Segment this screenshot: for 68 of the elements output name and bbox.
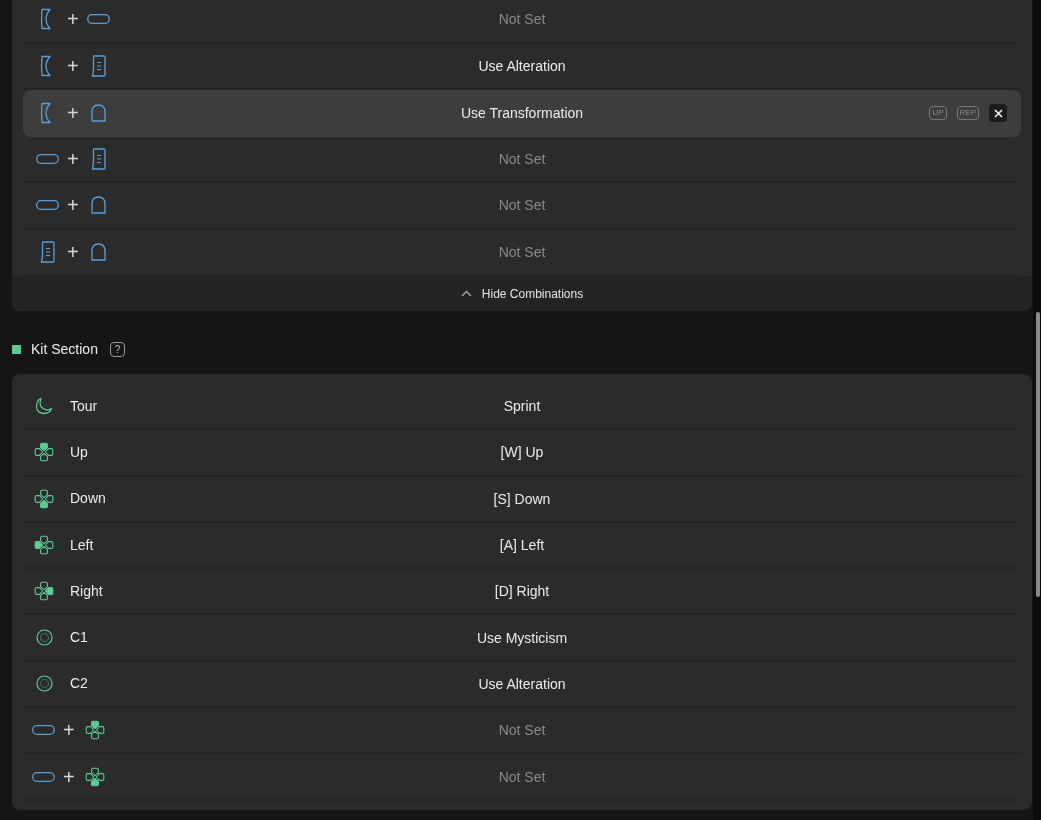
- circle-button-icon: [35, 675, 53, 693]
- curved-bar-icon: [40, 54, 54, 77]
- close-icon: [993, 108, 1003, 118]
- dome-icon: [91, 196, 107, 215]
- action-label: Sprint: [503, 398, 541, 415]
- action-label: [A] Left: [499, 537, 545, 554]
- key-label: Right: [70, 581, 103, 601]
- action-label: Not Set: [498, 150, 546, 167]
- dome-icon: [91, 242, 107, 261]
- combination-row[interactable]: + Use Transformation UP REP: [23, 90, 1021, 137]
- binding-row[interactable]: Tour Sprint: [23, 384, 1021, 431]
- help-icon[interactable]: ?: [109, 342, 125, 357]
- plus-sign: +: [67, 241, 79, 262]
- binding-row[interactable]: + Not Set: [23, 754, 1021, 801]
- plus-sign: +: [67, 55, 79, 76]
- action-label: Not Set: [498, 722, 546, 739]
- tablet-icon: [39, 240, 55, 263]
- curved-bar-icon: [40, 102, 54, 125]
- curved-bar-icon: [40, 8, 54, 31]
- plus-sign: +: [63, 766, 75, 787]
- action-label: Use Alteration: [478, 57, 566, 74]
- pill-icon: [35, 200, 59, 211]
- section-title: Kit Section: [31, 340, 98, 359]
- combination-row[interactable]: + Not Set: [23, 0, 1021, 44]
- action-label: Use Transformation: [460, 105, 584, 122]
- plus-sign: +: [63, 720, 75, 741]
- combination-row[interactable]: + Not Set: [23, 183, 1021, 230]
- plus-sign: +: [67, 148, 79, 169]
- section-marker: [12, 345, 21, 354]
- action-label: [W] Up: [500, 444, 544, 461]
- pill-icon: [35, 153, 59, 164]
- hide-combinations-button[interactable]: Hide Combinations: [12, 276, 1032, 311]
- dome-icon: [91, 104, 107, 123]
- pill-icon: [87, 14, 111, 25]
- key-label: Tour: [70, 396, 98, 416]
- binding-row[interactable]: Up [W] Up: [23, 430, 1021, 477]
- close-button[interactable]: [989, 104, 1007, 123]
- binding-row[interactable]: Right [D] Right: [23, 569, 1021, 616]
- scrollbar-thumb[interactable]: [1036, 312, 1040, 597]
- pill-icon: [31, 771, 55, 782]
- plus-sign: +: [67, 103, 79, 124]
- binding-row[interactable]: Left [A] Left: [23, 522, 1021, 570]
- action-label: [S] Down: [493, 490, 551, 507]
- circle-button-icon: [35, 629, 53, 647]
- action-label: Not Set: [498, 197, 546, 214]
- combination-row[interactable]: + Not Set: [23, 136, 1021, 183]
- crescent-icon: [35, 397, 53, 416]
- action-label: Use Mysticism: [476, 629, 568, 646]
- binding-row[interactable]: C1 Use Mysticism: [23, 615, 1021, 662]
- key-label: Left: [70, 535, 94, 555]
- tablet-icon: [91, 54, 107, 77]
- action-label: Not Set: [498, 11, 546, 28]
- chevron-up-icon: [460, 290, 472, 297]
- action-label: Use Alteration: [478, 675, 566, 692]
- binding-row[interactable]: + Not Set: [23, 708, 1021, 755]
- tablet-icon: [91, 147, 107, 170]
- key-label: Down: [70, 489, 106, 509]
- key-label: C2: [70, 674, 88, 694]
- plus-sign: +: [67, 9, 79, 30]
- action-label: [D] Right: [494, 583, 550, 600]
- key-label: C1: [70, 628, 88, 648]
- binding-row[interactable]: C2 Use Alteration: [23, 661, 1021, 709]
- binding-row[interactable]: Down [S] Down: [23, 476, 1021, 523]
- action-label: Not Set: [498, 768, 546, 785]
- action-label: Not Set: [498, 243, 546, 260]
- plus-sign: +: [67, 195, 79, 216]
- pill-icon: [31, 725, 55, 736]
- key-label: Up: [70, 442, 88, 462]
